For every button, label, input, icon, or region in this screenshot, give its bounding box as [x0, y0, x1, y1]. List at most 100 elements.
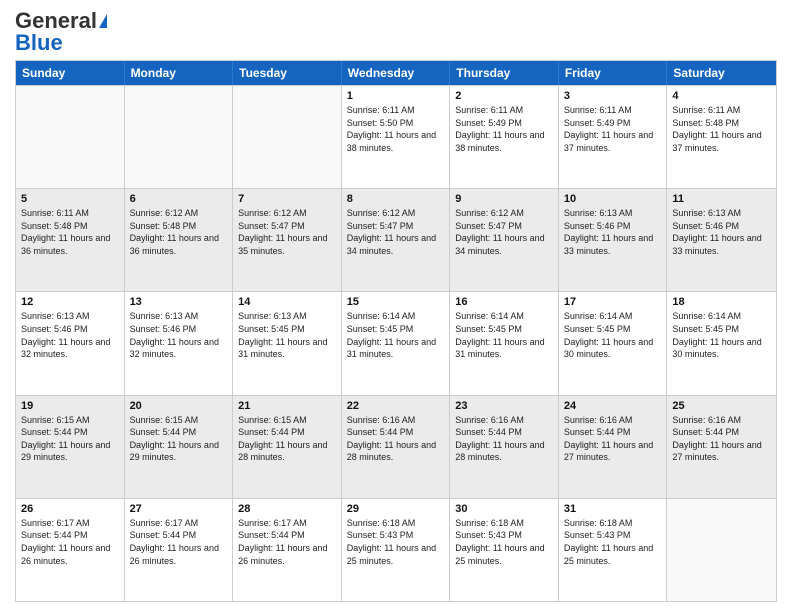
calendar-cell: 4 Sunrise: 6:11 AM Sunset: 5:48 PM Daylig…	[667, 86, 776, 188]
header-day-thursday: Thursday	[450, 61, 559, 85]
day-number: 14	[238, 296, 336, 308]
logo: General Blue	[15, 10, 107, 54]
calendar-cell: 23 Sunrise: 6:16 AM Sunset: 5:44 PM Dayli…	[450, 396, 559, 498]
day-number: 25	[672, 400, 771, 412]
day-number: 9	[455, 193, 553, 205]
day-number: 12	[21, 296, 119, 308]
header-day-tuesday: Tuesday	[233, 61, 342, 85]
calendar-cell: 28 Sunrise: 6:17 AM Sunset: 5:44 PM Dayli…	[233, 499, 342, 601]
calendar-cell: 7Sunrise: 6:12 AM Sunset: 5:47 PM Daylig…	[233, 189, 342, 291]
day-info: Sunrise: 6:16 AM Sunset: 5:44 PM Dayligh…	[347, 414, 445, 464]
day-number: 4	[672, 90, 771, 102]
day-number: 23	[455, 400, 553, 412]
day-number: 6	[130, 193, 228, 205]
day-number: 2	[455, 90, 553, 102]
calendar-cell: 13Sunrise: 6:13 AM Sunset: 5:46 PM Dayli…	[125, 292, 234, 394]
calendar-cell: 3Sunrise: 6:11 AM Sunset: 5:49 PM Daylig…	[559, 86, 668, 188]
day-number: 5	[21, 193, 119, 205]
day-info: Sunrise: 6:13 AM Sunset: 5:46 PM Dayligh…	[21, 310, 119, 360]
day-info: Sunrise: 6:17 AM Sunset: 5:44 PM Dayligh…	[130, 517, 228, 567]
calendar-cell: 22 Sunrise: 6:16 AM Sunset: 5:44 PM Dayli…	[342, 396, 451, 498]
calendar-cell: 26 Sunrise: 6:17 AM Sunset: 5:44 PM Dayli…	[16, 499, 125, 601]
day-number: 26	[21, 503, 119, 515]
calendar-cell	[233, 86, 342, 188]
day-number: 28	[238, 503, 336, 515]
day-info: Sunrise: 6:14 AM Sunset: 5:45 PM Dayligh…	[455, 310, 553, 360]
day-info: Sunrise: 6:16 AM Sunset: 5:44 PM Dayligh…	[564, 414, 662, 464]
calendar-cell	[16, 86, 125, 188]
calendar-cell: 20 Sunrise: 6:15 AM Sunset: 5:44 PM Dayli…	[125, 396, 234, 498]
calendar-row-0: 1 Sunrise: 6:11 AM Sunset: 5:50 PM Daylig…	[16, 85, 776, 188]
day-info: Sunrise: 6:12 AM Sunset: 5:47 PM Dayligh…	[455, 207, 553, 257]
logo-blue: Blue	[15, 32, 63, 54]
day-info: Sunrise: 6:13 AM Sunset: 5:45 PM Dayligh…	[238, 310, 336, 360]
calendar-row-4: 26 Sunrise: 6:17 AM Sunset: 5:44 PM Dayli…	[16, 498, 776, 601]
day-info: Sunrise: 6:12 AM Sunset: 5:47 PM Dayligh…	[238, 207, 336, 257]
day-info: Sunrise: 6:14 AM Sunset: 5:45 PM Dayligh…	[672, 310, 771, 360]
day-number: 1	[347, 90, 445, 102]
calendar-cell: 11 Sunrise: 6:13 AM Sunset: 5:46 PM Dayli…	[667, 189, 776, 291]
calendar-row-2: 12 Sunrise: 6:13 AM Sunset: 5:46 PM Dayli…	[16, 291, 776, 394]
day-number: 29	[347, 503, 445, 515]
day-info: Sunrise: 6:18 AM Sunset: 5:43 PM Dayligh…	[347, 517, 445, 567]
header-day-wednesday: Wednesday	[342, 61, 451, 85]
day-info: Sunrise: 6:15 AM Sunset: 5:44 PM Dayligh…	[130, 414, 228, 464]
calendar-cell: 16Sunrise: 6:14 AM Sunset: 5:45 PM Dayli…	[450, 292, 559, 394]
calendar-cell: 2 Sunrise: 6:11 AM Sunset: 5:49 PM Daylig…	[450, 86, 559, 188]
header-day-saturday: Saturday	[667, 61, 776, 85]
day-info: Sunrise: 6:18 AM Sunset: 5:43 PM Dayligh…	[564, 517, 662, 567]
day-info: Sunrise: 6:15 AM Sunset: 5:44 PM Dayligh…	[238, 414, 336, 464]
day-info: Sunrise: 6:13 AM Sunset: 5:46 PM Dayligh…	[672, 207, 771, 257]
day-number: 15	[347, 296, 445, 308]
calendar-cell: 9 Sunrise: 6:12 AM Sunset: 5:47 PM Daylig…	[450, 189, 559, 291]
day-number: 19	[21, 400, 119, 412]
day-number: 20	[130, 400, 228, 412]
logo-triangle-icon	[99, 14, 107, 28]
header: General Blue	[15, 10, 777, 54]
header-day-friday: Friday	[559, 61, 668, 85]
calendar-cell: 8Sunrise: 6:12 AM Sunset: 5:47 PM Daylig…	[342, 189, 451, 291]
calendar-cell: 6 Sunrise: 6:12 AM Sunset: 5:48 PM Daylig…	[125, 189, 234, 291]
calendar-cell: 1 Sunrise: 6:11 AM Sunset: 5:50 PM Daylig…	[342, 86, 451, 188]
day-number: 21	[238, 400, 336, 412]
day-number: 30	[455, 503, 553, 515]
day-info: Sunrise: 6:16 AM Sunset: 5:44 PM Dayligh…	[672, 414, 771, 464]
header-day-monday: Monday	[125, 61, 234, 85]
day-info: Sunrise: 6:11 AM Sunset: 5:50 PM Dayligh…	[347, 104, 445, 154]
day-info: Sunrise: 6:17 AM Sunset: 5:44 PM Dayligh…	[238, 517, 336, 567]
day-number: 22	[347, 400, 445, 412]
day-number: 18	[672, 296, 771, 308]
day-number: 27	[130, 503, 228, 515]
calendar-cell: 14 Sunrise: 6:13 AM Sunset: 5:45 PM Dayli…	[233, 292, 342, 394]
calendar-row-3: 19 Sunrise: 6:15 AM Sunset: 5:44 PM Dayli…	[16, 395, 776, 498]
header-day-sunday: Sunday	[16, 61, 125, 85]
day-number: 31	[564, 503, 662, 515]
day-info: Sunrise: 6:12 AM Sunset: 5:48 PM Dayligh…	[130, 207, 228, 257]
calendar-cell: 12 Sunrise: 6:13 AM Sunset: 5:46 PM Dayli…	[16, 292, 125, 394]
day-info: Sunrise: 6:18 AM Sunset: 5:43 PM Dayligh…	[455, 517, 553, 567]
day-info: Sunrise: 6:11 AM Sunset: 5:49 PM Dayligh…	[455, 104, 553, 154]
calendar-cell: 24 Sunrise: 6:16 AM Sunset: 5:44 PM Dayli…	[559, 396, 668, 498]
day-info: Sunrise: 6:17 AM Sunset: 5:44 PM Dayligh…	[21, 517, 119, 567]
day-number: 11	[672, 193, 771, 205]
day-info: Sunrise: 6:16 AM Sunset: 5:44 PM Dayligh…	[455, 414, 553, 464]
logo-general: General	[15, 10, 97, 32]
calendar-cell: 15 Sunrise: 6:14 AM Sunset: 5:45 PM Dayli…	[342, 292, 451, 394]
day-number: 24	[564, 400, 662, 412]
calendar-cell	[125, 86, 234, 188]
page: General Blue SundayMondayTuesdayWednesda…	[0, 0, 792, 612]
day-info: Sunrise: 6:14 AM Sunset: 5:45 PM Dayligh…	[347, 310, 445, 360]
calendar-cell: 25 Sunrise: 6:16 AM Sunset: 5:44 PM Dayli…	[667, 396, 776, 498]
calendar: SundayMondayTuesdayWednesdayThursdayFrid…	[15, 60, 777, 602]
day-number: 8	[347, 193, 445, 205]
calendar-cell: 18 Sunrise: 6:14 AM Sunset: 5:45 PM Dayli…	[667, 292, 776, 394]
calendar-cell: 19Sunrise: 6:15 AM Sunset: 5:44 PM Dayli…	[16, 396, 125, 498]
day-info: Sunrise: 6:14 AM Sunset: 5:45 PM Dayligh…	[564, 310, 662, 360]
day-info: Sunrise: 6:13 AM Sunset: 5:46 PM Dayligh…	[564, 207, 662, 257]
day-number: 17	[564, 296, 662, 308]
day-number: 10	[564, 193, 662, 205]
calendar-cell	[667, 499, 776, 601]
calendar-cell: 29 Sunrise: 6:18 AM Sunset: 5:43 PM Dayli…	[342, 499, 451, 601]
day-number: 13	[130, 296, 228, 308]
day-info: Sunrise: 6:11 AM Sunset: 5:48 PM Dayligh…	[672, 104, 771, 154]
